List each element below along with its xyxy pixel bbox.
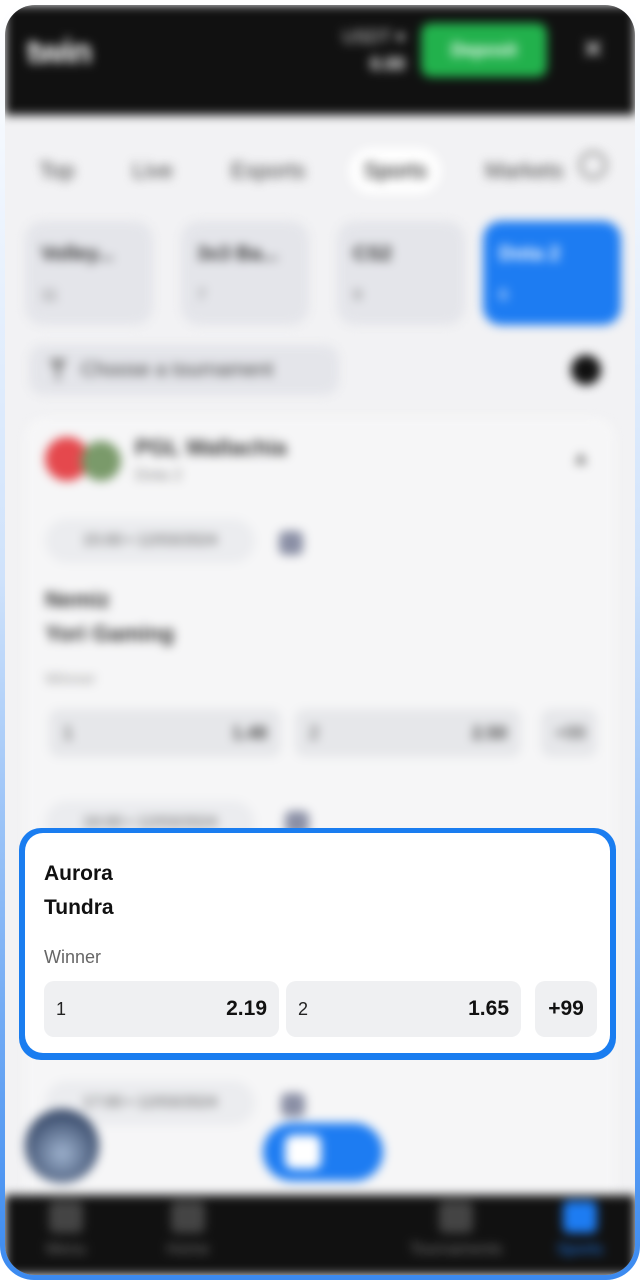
close-icon[interactable]: ✕ <box>573 29 613 69</box>
category-card-volleyball[interactable]: Volley... 11 <box>25 221 153 325</box>
tournament-filter[interactable]: Choose a tournament <box>29 345 339 395</box>
category-count: 6 <box>499 287 508 304</box>
tournament-filter-label: Choose a tournament <box>81 358 274 381</box>
team-name-2: Tundra <box>44 896 114 919</box>
filter-icon <box>49 359 67 381</box>
tab-sports[interactable]: Sports <box>349 148 442 194</box>
more-markets-label: +99 <box>555 723 586 743</box>
tab-live[interactable]: Live <box>118 148 186 194</box>
odd-label: 2 <box>309 723 320 743</box>
category-name: 3x3 Ba... <box>197 243 279 265</box>
league-logo-icon <box>81 441 121 481</box>
category-card-3x3-basketball[interactable]: 3x3 Ba... 7 <box>181 221 309 325</box>
category-card-dota2[interactable]: Dota 2 6 <box>483 221 621 325</box>
odd-value: 2.19 <box>226 997 267 1020</box>
odd-value: 1.48 <box>231 723 267 743</box>
chevron-up-icon[interactable]: ▲ <box>571 447 591 470</box>
category-name: Dota 2 <box>499 243 561 265</box>
nav-home[interactable]: Home <box>133 1201 243 1271</box>
odd-button-2[interactable]: 2 1.65 <box>286 981 521 1037</box>
nav-label: Sports <box>556 1241 604 1258</box>
top-bar: twin USDT ▾ 0.00 Deposit ✕ <box>5 5 635 115</box>
nav-sports[interactable]: Sports <box>525 1201 635 1271</box>
balance-display[interactable]: USDT ▾ 0.00 <box>315 27 405 75</box>
stats-icon[interactable] <box>281 1093 305 1117</box>
sports-icon <box>563 1201 597 1233</box>
nav-label: Menu <box>45 1241 87 1258</box>
stats-icon[interactable] <box>279 531 303 555</box>
currency-label: USDT ▾ <box>342 27 405 47</box>
blurred-background: twin USDT ▾ 0.00 Deposit ✕ Top Live Espo… <box>5 5 635 1275</box>
category-card-cs2[interactable]: CS2 9 <box>337 221 465 325</box>
tab-top[interactable]: Top <box>25 148 88 194</box>
trophy-icon <box>439 1201 473 1233</box>
more-markets-button[interactable]: +99 <box>541 709 597 757</box>
odd-value: 2.50 <box>471 723 507 743</box>
team-name-1: Aurora <box>44 862 113 885</box>
market-label: Winner <box>45 671 96 688</box>
nav-label: Home <box>166 1241 210 1258</box>
nav-tournaments[interactable]: Tournaments <box>391 1201 521 1271</box>
balance-amount: 0.00 <box>369 54 405 74</box>
support-avatar[interactable] <box>25 1109 99 1183</box>
match-time: 15:00 • 12/03/2024 <box>45 519 255 563</box>
app-logo: twin <box>27 33 92 71</box>
deposit-button[interactable]: Deposit <box>421 23 547 77</box>
category-count: 11 <box>41 287 58 304</box>
odd-button[interactable]: 1 1.48 <box>49 709 281 757</box>
odd-label: 1 <box>56 999 67 1019</box>
more-markets-button[interactable]: +99 <box>535 981 597 1037</box>
bottom-navigation: Menu Home Tournaments Sports <box>5 1195 635 1275</box>
tab-markets[interactable]: Markets <box>471 148 577 194</box>
category-carousel: Volley... 11 3x3 Ba... 7 CS2 9 Dota 2 6 <box>25 221 625 327</box>
home-icon <box>171 1201 205 1233</box>
match-team: Nemiz <box>45 587 110 612</box>
section-tabs: Top Live Esports Sports Markets <box>25 143 615 199</box>
odd-value: 1.65 <box>468 997 509 1020</box>
nav-label: Tournaments <box>409 1241 503 1258</box>
category-name: CS2 <box>353 243 392 265</box>
market-label: Winner <box>44 947 102 967</box>
search-icon[interactable] <box>579 151 607 179</box>
category-count: 7 <box>197 287 206 304</box>
filter-options-icon[interactable] <box>571 355 601 385</box>
tab-esports[interactable]: Esports <box>217 148 320 194</box>
category-count: 9 <box>353 287 362 304</box>
nav-menu[interactable]: Menu <box>11 1201 121 1271</box>
highlight-frame: twin USDT ▾ 0.00 Deposit ✕ Top Live Espo… <box>0 0 640 1280</box>
league-subtitle: Dota 2 <box>135 467 183 484</box>
phone-screen: twin USDT ▾ 0.00 Deposit ✕ Top Live Espo… <box>5 5 635 1275</box>
category-name: Volley... <box>41 243 114 265</box>
toggle-knob <box>285 1135 321 1169</box>
menu-icon <box>49 1201 83 1233</box>
odd-button[interactable]: 2 2.50 <box>295 709 521 757</box>
view-toggle[interactable] <box>263 1123 383 1181</box>
match-team: Yori Gaming <box>45 621 175 646</box>
odd-label: 2 <box>298 999 309 1019</box>
odd-button-1[interactable]: 1 2.19 <box>44 981 279 1037</box>
league-name: PGL Wallachia <box>135 435 287 460</box>
odd-label: 1 <box>63 723 74 743</box>
